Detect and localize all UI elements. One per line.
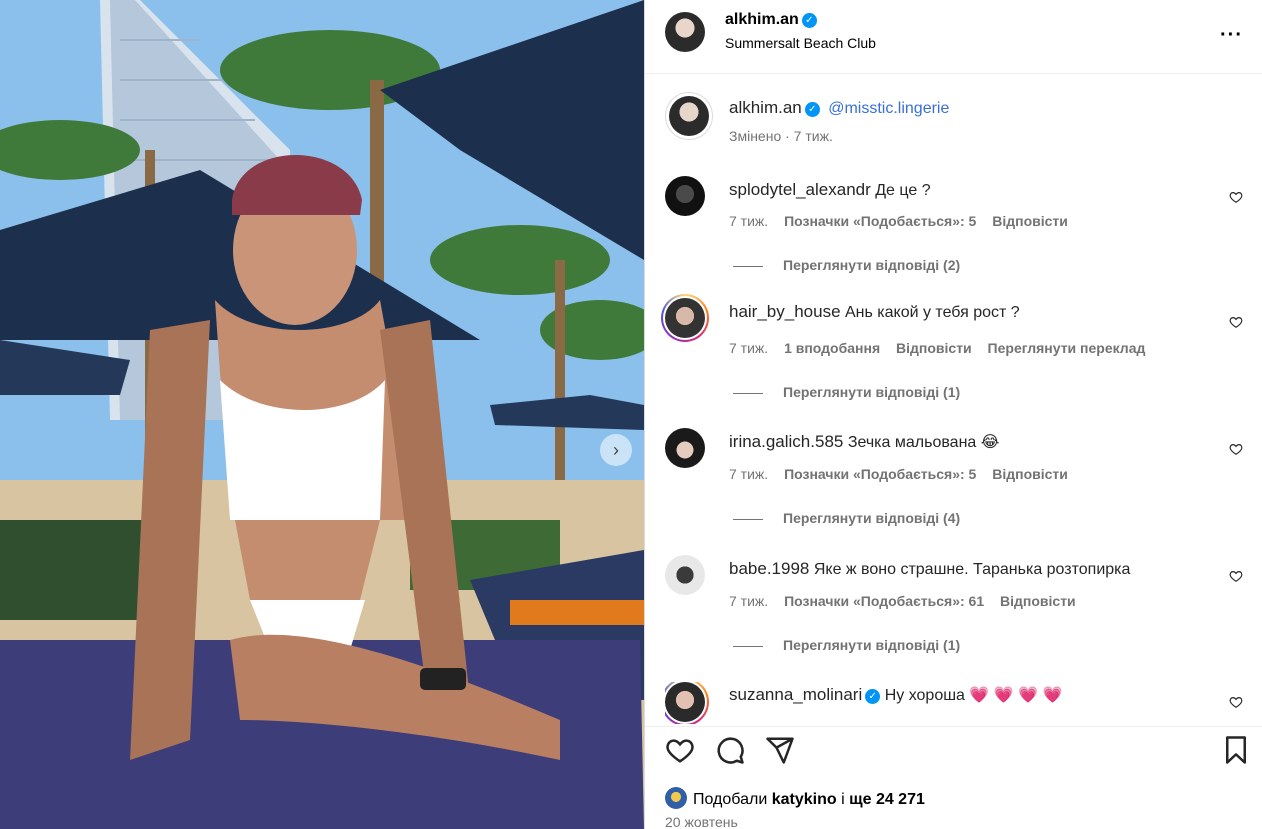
post-photo[interactable]: › bbox=[0, 0, 644, 829]
chevron-right-icon: › bbox=[613, 439, 619, 460]
comment-item: hair_by_house Ань какой у тебя рост ? 7 … bbox=[661, 294, 1255, 400]
comment-avatar[interactable] bbox=[665, 428, 705, 468]
comment-likes[interactable]: 1 вподобання bbox=[784, 340, 880, 356]
comment-avatar[interactable] bbox=[665, 298, 705, 338]
comment-text: Ну хороша 💗 💗 💗 💗 bbox=[884, 687, 1063, 704]
replies-divider bbox=[733, 518, 763, 520]
see-translation-button[interactable]: Переглянути переклад bbox=[988, 340, 1146, 356]
liked-by-mid: і bbox=[841, 791, 845, 808]
post-header: alkhim.an ✓ Summersalt Beach Club ··· bbox=[645, 0, 1262, 74]
heart-icon[interactable] bbox=[1229, 695, 1243, 709]
reply-button[interactable]: Відповісти bbox=[1000, 593, 1076, 609]
comment-time: 7 тиж. bbox=[729, 593, 769, 609]
comment-meta: 7 тиж. Позначки «Подобається»: 5 Відпові… bbox=[729, 213, 1080, 229]
view-replies-label: Переглянути відповіді (2) bbox=[783, 257, 961, 273]
heart-icon[interactable] bbox=[1229, 569, 1243, 583]
heart-icon[interactable] bbox=[665, 735, 695, 765]
author-avatar[interactable] bbox=[665, 12, 705, 52]
comment-text: Яке ж воно страшне. Таранька розтопирка bbox=[813, 561, 1131, 578]
comment-avatar[interactable] bbox=[665, 555, 705, 595]
view-replies-button[interactable]: Переглянути відповіді (1) bbox=[733, 637, 960, 653]
comment-username[interactable]: splodytel_alexandr bbox=[729, 180, 871, 199]
liked-by-user[interactable]: katykino bbox=[772, 791, 837, 808]
heart-icon[interactable] bbox=[1229, 315, 1243, 329]
caption-line: alkhim.an ✓ @misstic.lingerie bbox=[729, 98, 949, 118]
send-icon[interactable] bbox=[765, 735, 795, 765]
comment-likes[interactable]: Позначки «Подобається»: 5 bbox=[784, 213, 976, 229]
caption-avatar[interactable] bbox=[669, 96, 709, 136]
comment-time: 7 тиж. bbox=[729, 466, 769, 482]
reply-button[interactable]: Відповісти bbox=[992, 213, 1068, 229]
verified-badge-icon: ✓ bbox=[801, 13, 817, 28]
comment-username[interactable]: suzanna_molinari bbox=[729, 685, 862, 704]
post-date[interactable]: 20 жовтень bbox=[665, 814, 738, 829]
comment-line: hair_by_house Ань какой у тебя рост ? bbox=[729, 302, 1020, 322]
view-replies-label: Переглянути відповіді (1) bbox=[783, 384, 961, 400]
author-username[interactable]: alkhim.an bbox=[725, 11, 799, 28]
comment-line: irina.galich.585 Зечка мальована 😂 bbox=[729, 432, 999, 452]
view-replies-button[interactable]: Переглянути відповіді (4) bbox=[733, 510, 960, 526]
caption-meta: Змінено · 7 тиж. bbox=[729, 128, 833, 144]
reply-button[interactable]: Відповісти bbox=[896, 340, 972, 356]
comment-meta: 7 тиж. 1 вподобання Відповісти Перегляну… bbox=[729, 340, 1157, 356]
verified-badge-icon: ✓ bbox=[804, 102, 820, 117]
replies-divider bbox=[733, 265, 763, 267]
comment-text: Зечка мальована 😂 bbox=[847, 434, 1000, 451]
liked-by-count[interactable]: ще 24 271 bbox=[849, 791, 925, 808]
post-actions: Подобали katykino і ще 24 271 20 жовтень bbox=[645, 726, 1262, 829]
comment-likes[interactable]: Позначки «Подобається»: 61 bbox=[784, 593, 984, 609]
comment-line: suzanna_molinari ✓ Ну хороша 💗 💗 💗 💗 bbox=[729, 685, 1062, 705]
verified-badge-icon: ✓ bbox=[865, 689, 881, 704]
comment-time: 7 тиж. bbox=[729, 340, 769, 356]
comment-username[interactable]: hair_by_house bbox=[729, 302, 841, 321]
heart-icon[interactable] bbox=[1229, 190, 1243, 204]
bookmark-icon[interactable] bbox=[1221, 735, 1251, 765]
comment-username[interactable]: babe.1998 bbox=[729, 559, 809, 578]
liker-avatar[interactable] bbox=[665, 787, 687, 809]
comment-line: splodytel_alexandr Де це ? bbox=[729, 180, 931, 200]
replies-divider bbox=[733, 645, 763, 647]
replies-divider bbox=[733, 392, 763, 394]
comment-line: babe.1998 Яке ж воно страшне. Таранька р… bbox=[729, 559, 1130, 579]
carousel-next-button[interactable]: › bbox=[600, 434, 632, 466]
comment-avatar[interactable] bbox=[665, 682, 705, 722]
caption-mention[interactable]: @misstic.lingerie bbox=[828, 100, 949, 117]
comment-meta: 7 тиж. Позначки «Подобається»: 61 Відпов… bbox=[729, 593, 1088, 609]
comment-avatar[interactable] bbox=[665, 176, 705, 216]
heart-icon[interactable] bbox=[1229, 442, 1243, 456]
view-replies-button[interactable]: Переглянути відповіді (2) bbox=[733, 257, 960, 273]
view-replies-label: Переглянути відповіді (4) bbox=[783, 510, 961, 526]
comment-text: Ань какой у тебя рост ? bbox=[844, 304, 1020, 321]
comment-icon[interactable] bbox=[715, 735, 745, 765]
comment-item: babe.1998 Яке ж воно страшне. Таранька р… bbox=[665, 555, 1255, 655]
post-location[interactable]: Summersalt Beach Club bbox=[725, 35, 876, 51]
caption-username[interactable]: alkhim.an bbox=[729, 98, 802, 117]
author-info: alkhim.an ✓ Summersalt Beach Club bbox=[725, 11, 876, 51]
more-options-icon[interactable]: ··· bbox=[1220, 24, 1243, 47]
photo-illustration bbox=[0, 0, 644, 829]
comment-item: suzanna_molinari ✓ Ну хороша 💗 💗 💗 💗 bbox=[665, 682, 1255, 724]
comment-text: Де це ? bbox=[875, 182, 931, 199]
comment-username[interactable]: irina.galich.585 bbox=[729, 432, 843, 451]
post-caption: alkhim.an ✓ @misstic.lingerie Змінено · 7… bbox=[665, 92, 1255, 152]
view-replies-button[interactable]: Переглянути відповіді (1) bbox=[733, 384, 960, 400]
view-replies-label: Переглянути відповіді (1) bbox=[783, 637, 961, 653]
comment-meta: 7 тиж. Позначки «Подобається»: 5 Відпові… bbox=[729, 466, 1080, 482]
comment-time: 7 тиж. bbox=[729, 213, 769, 229]
comment-item: splodytel_alexandr Де це ? 7 тиж. Познач… bbox=[665, 176, 1255, 276]
likes-summary: Подобали katykino і ще 24 271 bbox=[665, 787, 925, 809]
comment-item: irina.galich.585 Зечка мальована 😂 7 тиж… bbox=[665, 428, 1255, 528]
liked-by-prefix: Подобали bbox=[693, 791, 768, 808]
reply-button[interactable]: Відповісти bbox=[992, 466, 1068, 482]
post-details-panel: alkhim.an ✓ Summersalt Beach Club ··· alk… bbox=[644, 0, 1262, 829]
comment-likes[interactable]: Позначки «Подобається»: 5 bbox=[784, 466, 976, 482]
